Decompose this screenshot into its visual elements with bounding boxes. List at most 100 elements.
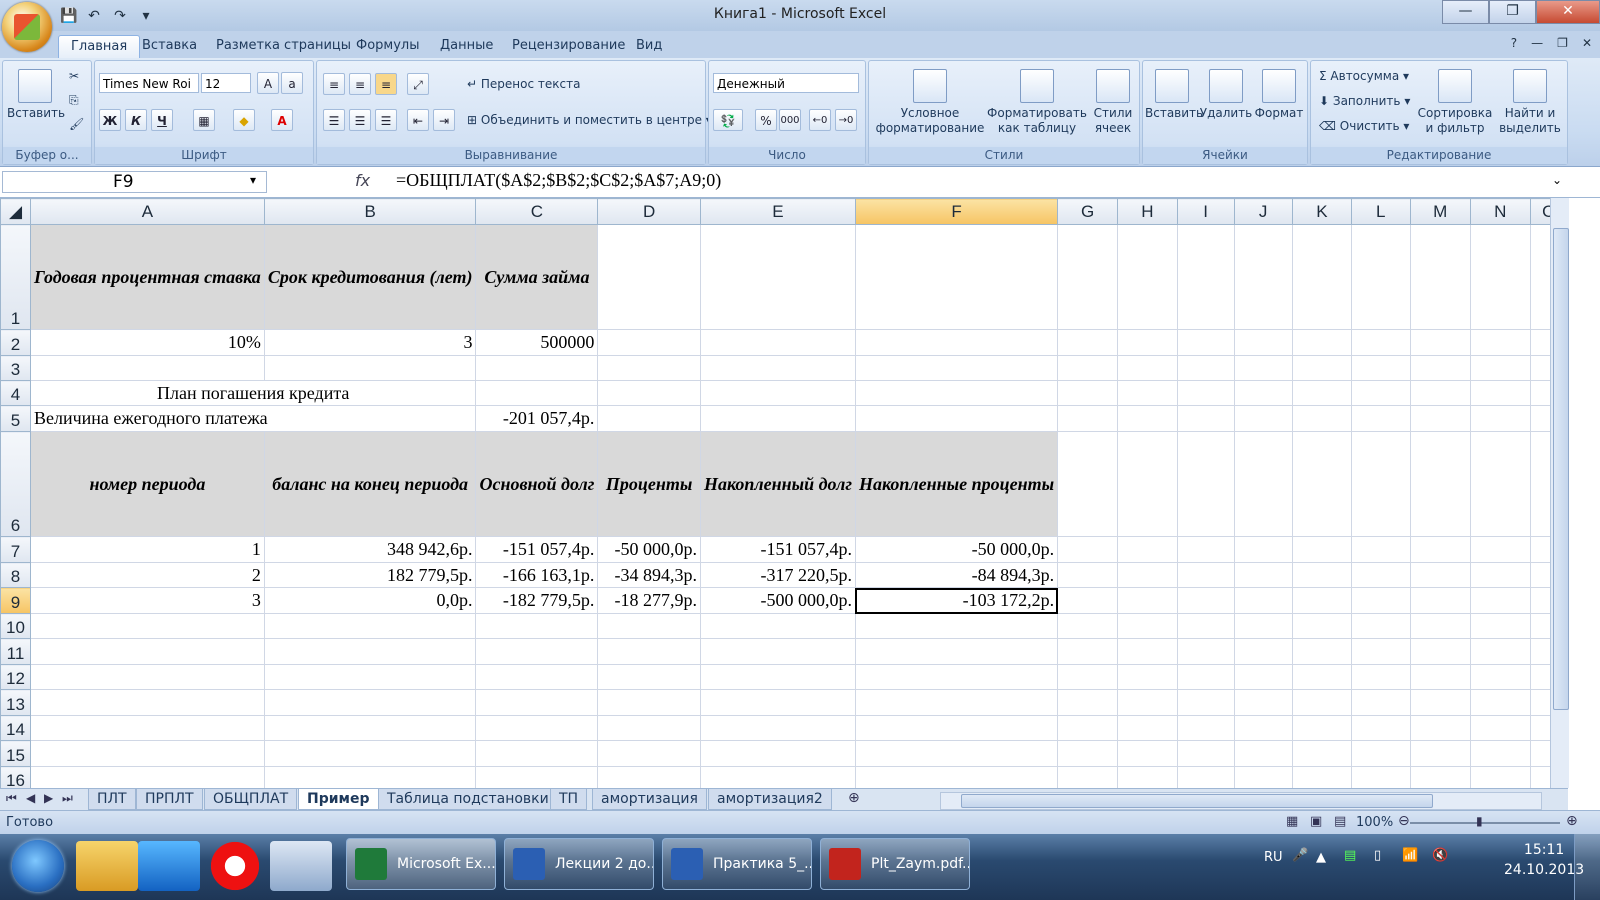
cell[interactable] xyxy=(1117,329,1178,356)
cell[interactable] xyxy=(1469,329,1531,356)
cell-F9-active[interactable]: -103 172,2р. xyxy=(854,587,1059,614)
column-header[interactable]: D xyxy=(597,198,701,225)
delete-cells-button[interactable]: Удалить xyxy=(1199,69,1253,121)
cell[interactable] xyxy=(475,740,599,767)
zoom-level[interactable]: 100% xyxy=(1356,815,1393,830)
cell-A8[interactable]: 2 xyxy=(30,562,265,588)
bold-button[interactable]: Ж xyxy=(99,109,121,131)
cell[interactable] xyxy=(1176,689,1235,716)
explorer-icon[interactable] xyxy=(76,841,138,891)
close-button[interactable]: ✕ xyxy=(1536,0,1600,24)
sheet-nav-last-icon[interactable]: ⏭ xyxy=(62,791,73,806)
cell-D6[interactable]: Проценты xyxy=(597,431,701,537)
row-header[interactable]: 6 xyxy=(0,431,31,537)
cell[interactable] xyxy=(1351,740,1411,767)
cell[interactable] xyxy=(1351,405,1411,432)
row-header[interactable]: 3 xyxy=(0,355,31,381)
format-cells-button[interactable]: Формат xyxy=(1253,69,1305,121)
cell[interactable] xyxy=(1057,380,1119,406)
vertical-scroll-thumb[interactable] xyxy=(1553,228,1569,710)
column-header[interactable]: I xyxy=(1176,198,1235,225)
row-header[interactable]: 11 xyxy=(0,638,31,665)
cell[interactable] xyxy=(1351,380,1411,406)
cell[interactable] xyxy=(1351,638,1411,665)
horizontal-scroll-thumb[interactable] xyxy=(961,794,1433,808)
cell-C9[interactable]: -182 779,5р. xyxy=(475,587,599,614)
cell-C6[interactable]: Основной долг xyxy=(475,431,599,537)
cell-B7[interactable]: 348 942,6р. xyxy=(263,536,477,563)
cell[interactable] xyxy=(1291,224,1353,330)
cell[interactable] xyxy=(1409,431,1471,537)
cell[interactable] xyxy=(1469,613,1531,639)
cell[interactable] xyxy=(1057,224,1119,330)
cell[interactable] xyxy=(1409,613,1471,639)
cell[interactable] xyxy=(1351,329,1411,356)
sheet-tab-table[interactable]: Таблица подстановки xyxy=(378,789,558,810)
cell[interactable] xyxy=(1176,380,1235,406)
cell[interactable] xyxy=(1057,740,1119,767)
cell[interactable] xyxy=(1233,380,1293,406)
sheet-nav-first-icon[interactable]: ⏮ xyxy=(6,791,17,806)
cell-E7[interactable]: -151 057,4р. xyxy=(699,536,856,563)
cell-A4[interactable]: План погашения кредита xyxy=(29,380,477,406)
taskbar-button-word-lectures[interactable]: Лекции 2 до... xyxy=(504,838,654,890)
column-header[interactable]: A xyxy=(30,198,265,225)
row-header[interactable]: 1 xyxy=(0,224,31,330)
tab-home[interactable]: Главная xyxy=(58,35,141,60)
cell[interactable] xyxy=(699,380,856,406)
help-icon[interactable]: ? xyxy=(1511,36,1517,50)
cell[interactable] xyxy=(1409,224,1471,330)
cell[interactable] xyxy=(1351,562,1411,588)
cell[interactable] xyxy=(1351,536,1411,563)
cell[interactable] xyxy=(30,355,265,381)
cell[interactable] xyxy=(699,405,856,432)
cell[interactable] xyxy=(1291,431,1353,537)
cell[interactable] xyxy=(1469,715,1531,741)
cell-A7[interactable]: 1 xyxy=(30,536,265,563)
cell[interactable] xyxy=(1409,355,1471,381)
cell-A9[interactable]: 3 xyxy=(30,587,265,614)
cell[interactable] xyxy=(1291,638,1353,665)
sheet-tab-prplt[interactable]: ПРПЛТ xyxy=(136,789,203,810)
cell-C7[interactable]: -151 057,4р. xyxy=(475,536,599,563)
cell[interactable] xyxy=(1469,740,1531,767)
row-header[interactable]: 2 xyxy=(0,329,31,356)
cell[interactable] xyxy=(597,355,701,381)
taskbar-button-pdf[interactable]: Plt_Zaym.pdf... xyxy=(820,838,970,890)
sheet-tab-primer[interactable]: Пример xyxy=(298,789,379,810)
borders-icon[interactable]: ▦ xyxy=(193,109,215,131)
column-header[interactable]: M xyxy=(1409,198,1471,225)
cell[interactable] xyxy=(1291,380,1353,406)
row-header[interactable]: 5 xyxy=(0,405,31,432)
sheet-tab-amortization[interactable]: амортизация xyxy=(592,789,707,810)
wrap-text-button[interactable]: ↵ Перенос текста xyxy=(467,77,580,91)
cell[interactable] xyxy=(1176,740,1235,767)
cell[interactable] xyxy=(1409,689,1471,716)
cell[interactable] xyxy=(30,613,265,639)
cell[interactable] xyxy=(475,355,599,381)
cell[interactable] xyxy=(1117,380,1178,406)
cell[interactable] xyxy=(1057,638,1119,665)
cell[interactable] xyxy=(854,613,1059,639)
cell-A2[interactable]: 10% xyxy=(30,329,265,356)
cell-D9[interactable]: -18 277,9р. xyxy=(597,587,701,614)
taskbar-button-excel[interactable]: Microsoft Ex... xyxy=(346,838,496,890)
show-hidden-icons[interactable]: ▲ xyxy=(1316,850,1326,865)
increase-decimal-icon[interactable]: ←0 xyxy=(809,109,831,131)
font-color-icon[interactable]: A xyxy=(271,109,293,131)
column-header[interactable]: H xyxy=(1117,198,1178,225)
merge-center-button[interactable]: ⊞ Объединить и поместить в центре ▾ xyxy=(467,113,712,127)
cell[interactable] xyxy=(854,715,1059,741)
cell[interactable] xyxy=(1176,613,1235,639)
page-layout-view-icon[interactable]: ▣ xyxy=(1310,814,1322,829)
cell[interactable] xyxy=(475,664,599,690)
cell[interactable] xyxy=(597,638,701,665)
tab-review[interactable]: Рецензирование xyxy=(500,35,637,59)
cell[interactable] xyxy=(1409,587,1471,614)
cell[interactable] xyxy=(854,740,1059,767)
decrease-indent-icon[interactable]: ⇤ xyxy=(407,109,429,131)
sheet-tab-tp[interactable]: ТП xyxy=(550,789,588,810)
cell[interactable] xyxy=(1176,355,1235,381)
cell[interactable] xyxy=(1057,587,1119,614)
name-box-dropdown-icon[interactable]: ▾ xyxy=(250,173,256,187)
